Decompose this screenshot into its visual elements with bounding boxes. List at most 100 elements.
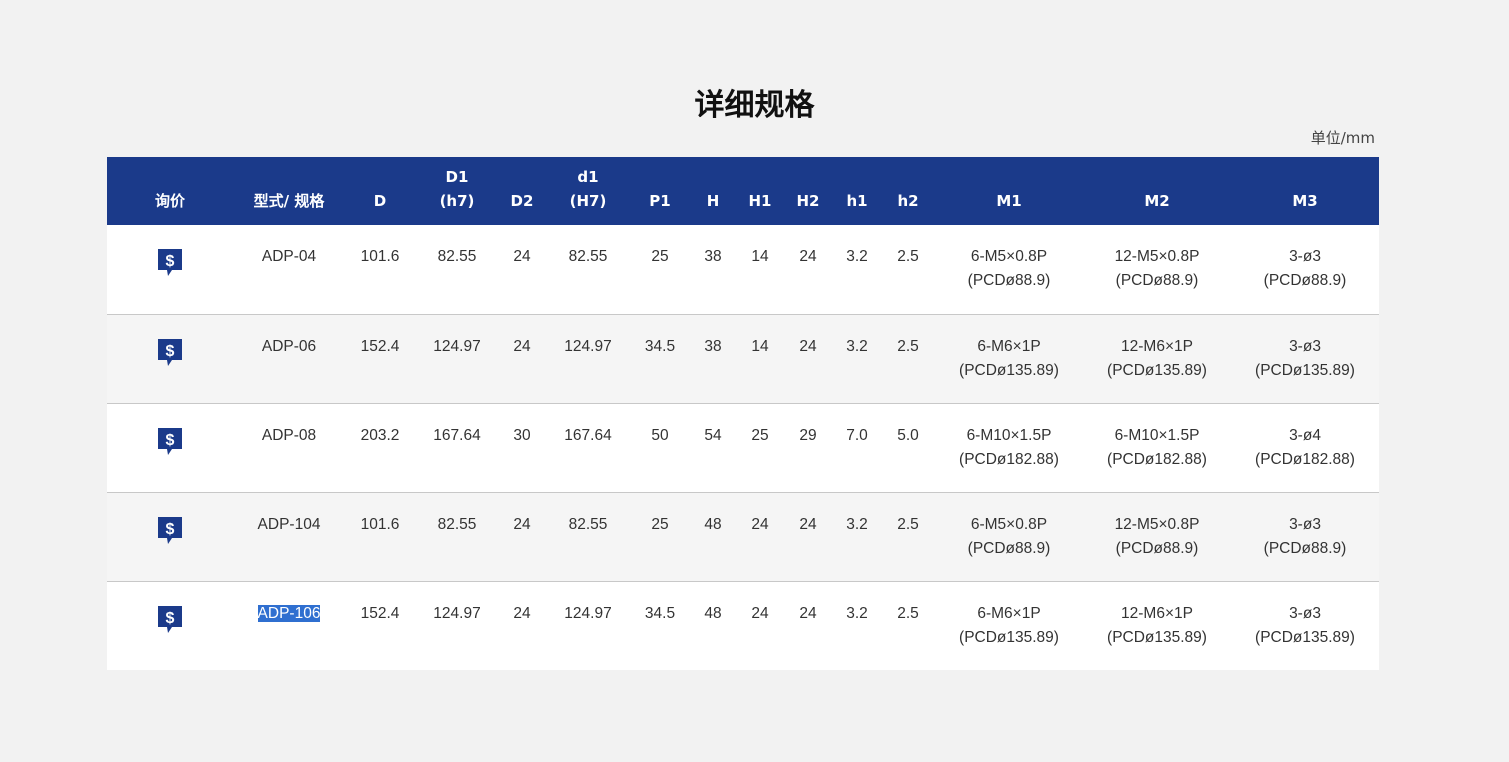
cell-D2: 24 [499, 491, 545, 581]
cell-M2-line2: (PCDø135.89) [1107, 361, 1207, 379]
model-cell: ADP-106 [233, 580, 345, 670]
model-text: ADP-104 [257, 515, 321, 533]
cell-H: 48 [689, 491, 737, 581]
cell-d1: 167.64 [545, 402, 631, 492]
cell-M3: 3-ø3 (PCDø135.89) [1231, 313, 1379, 403]
cell-M3-line1: 3-ø4 [1289, 426, 1321, 444]
quote-price-icon[interactable]: $ [156, 247, 184, 279]
header-line2: D [373, 192, 387, 210]
cell-D1: 82.55 [415, 491, 499, 581]
cell-H1: 24 [737, 580, 783, 670]
cell-H2: 29 [783, 402, 833, 492]
cell-M3-line2: (PCDø88.9) [1263, 272, 1347, 289]
header-line2: h2 [897, 192, 919, 210]
cell-M2-line1: 12-M5×0.8P [1114, 515, 1200, 533]
cell-P1: 34.5 [631, 313, 689, 403]
header-line2: M1 [996, 192, 1022, 210]
cell-H1: 14 [737, 313, 783, 403]
table-header-row: 询价 型式/ 规格 D D1 (h7) D2 d1 (H7) P1 H H1 H2 h1 h2 M1 M2 M3 [107, 157, 1379, 225]
quote-price-icon[interactable]: $ [156, 337, 184, 369]
cell-M1: 6-M5×0.8P (PCDø88.9) [935, 225, 1083, 314]
header-p1: P1 [631, 157, 689, 225]
header-h1-upper: H1 [737, 157, 783, 225]
header-d2: D2 [499, 157, 545, 225]
header-d: D [345, 157, 415, 225]
cell-M1-line2: (PCDø88.9) [967, 539, 1051, 557]
cell-D: 152.4 [345, 313, 415, 403]
cell-M3-line1: 3-ø3 [1289, 515, 1321, 533]
cell-h1: 3.2 [833, 580, 881, 670]
quote-price-icon[interactable]: $ [156, 604, 184, 636]
cell-M2-line1: 12-M6×1P [1121, 604, 1193, 622]
quote-cell: $ [107, 580, 233, 670]
cell-M3: 3-ø4 (PCDø182.88) [1231, 402, 1379, 492]
cell-M2-line1: 12-M5×0.8P [1114, 248, 1200, 265]
table-row: $ ADP-06 152.4 124.97 24 124.97 34.5 38 14 24 3.2 2… [107, 313, 1379, 403]
cell-H2: 24 [799, 248, 817, 265]
quote-price-icon[interactable]: $ [156, 515, 184, 547]
cell-H2: 24 [783, 491, 833, 581]
cell-H2: 24 [783, 313, 833, 403]
cell-M3-line2: (PCDø135.89) [1255, 628, 1355, 646]
header-m1: M1 [935, 157, 1083, 225]
quote-cell: $ [107, 313, 233, 403]
cell-D: 101.6 [360, 248, 400, 265]
cell-P1: 34.5 [631, 580, 689, 670]
cell-M2-line2: (PCDø182.88) [1107, 450, 1207, 468]
svg-text:$: $ [166, 610, 175, 627]
table-row: $ ADP-04 101.6 82.55 24 82.55 25 38 14 24 3.2 2.5 6-… [107, 225, 1379, 314]
cell-M1-line1: 6-M5×0.8P [970, 248, 1048, 265]
cell-M2: 12-M5×0.8P (PCDø88.9) [1083, 491, 1231, 581]
cell-M3-line1: 3-ø3 [1289, 337, 1321, 355]
table-row: $ ADP-104 101.6 82.55 24 82.55 25 48 24 24 3.2 2.5 6… [107, 491, 1379, 581]
cell-M1-line2: (PCDø182.88) [959, 450, 1059, 468]
quote-cell: $ [107, 402, 233, 492]
cell-h2: 2.5 [897, 248, 919, 265]
table-row: $ ADP-08 203.2 167.64 30 167.64 50 54 25 29 7.0 5.0… [107, 402, 1379, 492]
quote-price-icon[interactable]: $ [156, 426, 184, 458]
header-line2: 询价 [154, 192, 185, 210]
cell-M1: 6-M6×1P (PCDø135.89) [935, 580, 1083, 670]
cell-M3-line1: 3-ø3 [1289, 248, 1321, 265]
cell-M3-line2: (PCDø182.88) [1255, 450, 1355, 468]
header-line2: M2 [1144, 192, 1170, 210]
cell-D2: 24 [499, 313, 545, 403]
header-line2: (h7) [439, 192, 475, 210]
cell-H2: 24 [783, 580, 833, 670]
cell-h2: 2.5 [881, 580, 935, 670]
model-cell: ADP-08 [233, 402, 345, 492]
cell-h1: 3.2 [833, 491, 881, 581]
header-d1-h7: D1 (h7) [415, 157, 499, 225]
cell-H: 48 [689, 580, 737, 670]
header-m3: M3 [1231, 157, 1379, 225]
cell-M1-line2: (PCDø135.89) [959, 361, 1059, 379]
model-text: ADP-106 [257, 604, 321, 622]
cell-M2: 12-M6×1P (PCDø135.89) [1083, 580, 1231, 670]
header-h2-upper: H2 [783, 157, 833, 225]
cell-M2-line2: (PCDø135.89) [1107, 628, 1207, 646]
page-title: 详细规格 [694, 88, 815, 123]
svg-text:$: $ [166, 343, 175, 360]
cell-D1: 82.55 [437, 248, 477, 265]
header-model: 型式/ 规格 [233, 157, 345, 225]
cell-D1: 124.97 [415, 580, 499, 670]
header-line2: H [706, 192, 720, 210]
cell-D1: 167.64 [415, 402, 499, 492]
cell-M1-line1: 6-M10×1.5P [966, 426, 1052, 444]
cell-M2-line2: (PCDø88.9) [1115, 272, 1199, 289]
cell-M3: 3-ø3 (PCDø88.9) [1231, 225, 1379, 314]
quote-cell: $ [107, 491, 233, 581]
cell-M1: 6-M10×1.5P (PCDø182.88) [935, 402, 1083, 492]
quote-cell: $ [107, 225, 233, 314]
cell-h2: 2.5 [881, 313, 935, 403]
cell-h1: 3.2 [833, 313, 881, 403]
cell-P1: 25 [651, 248, 669, 265]
cell-M2-line1: 6-M10×1.5P [1114, 426, 1200, 444]
cell-H: 38 [704, 248, 722, 265]
header-line2: M3 [1292, 192, 1318, 210]
cell-H1: 14 [751, 248, 769, 265]
cell-M3-line1: 3-ø3 [1289, 604, 1321, 622]
cell-P1: 50 [631, 402, 689, 492]
model-cell: ADP-06 [233, 313, 345, 403]
cell-d1: 82.55 [568, 248, 608, 265]
